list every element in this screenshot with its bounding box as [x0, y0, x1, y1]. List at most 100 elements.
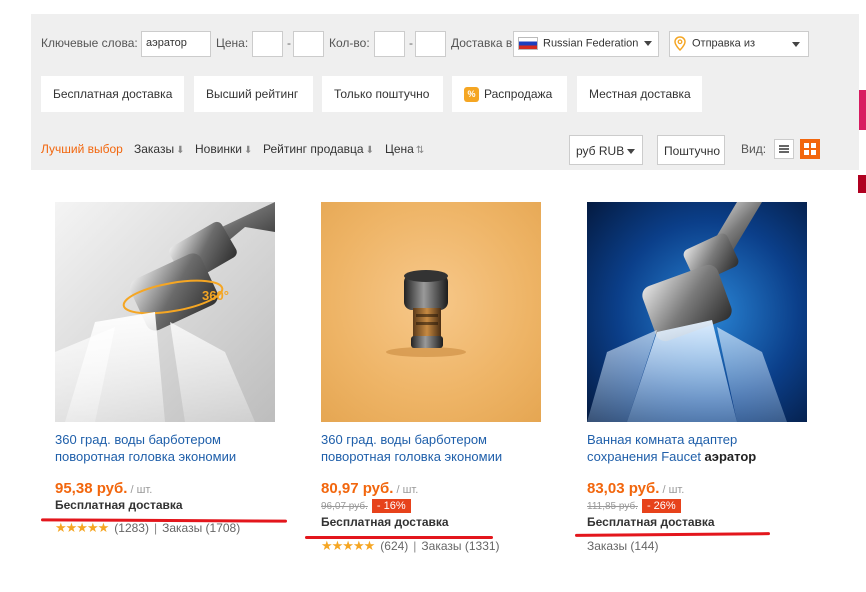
old-price: 111,85 руб. [587, 501, 638, 512]
edge-strip-pink [858, 90, 866, 130]
delivery-country-select[interactable]: Russian Federation [513, 31, 659, 57]
price-from-input[interactable] [252, 31, 283, 57]
sort-arrow-icon: ⬇ [365, 145, 374, 156]
top-rated-filter[interactable]: Высший рейтинг [194, 76, 313, 112]
price-dash: - [287, 36, 291, 50]
product-image[interactable] [321, 202, 541, 422]
view-label: Вид: [741, 142, 767, 156]
discount-badge: - 26% [641, 499, 681, 513]
annotation-underline [305, 536, 493, 539]
order-count[interactable]: Заказы (144) [587, 539, 658, 553]
product-image[interactable]: 360° [55, 202, 275, 422]
product-title-line1: 360 град. воды барботером [55, 432, 221, 447]
sale-icon: % [464, 87, 479, 103]
delivery-country-value: Russian Federation [543, 37, 639, 50]
currency-value: руб RUB [576, 144, 625, 158]
sort-arrow-icon: ⬇ [244, 145, 253, 156]
sort-seller-rating[interactable]: Рейтинг продавца ⬇ [263, 142, 374, 156]
keyword-label: Ключевые слова: [41, 36, 138, 50]
sort-newest-label: Новинки [195, 142, 242, 156]
faucet-aerator-image [55, 202, 275, 422]
price-row: 80,97 руб. / шт. [321, 480, 543, 498]
old-price: 96,07 руб. [321, 501, 368, 512]
qty-from-input[interactable] [374, 31, 405, 57]
sort-price-label: Цена [385, 142, 414, 156]
price-label: Цена: [216, 36, 249, 50]
review-count[interactable]: (1283) [114, 521, 149, 535]
product-card: Ванная комната адаптер сохранения Faucet… [587, 202, 809, 553]
list-view-icon[interactable] [774, 139, 794, 159]
product-price: 95,38 руб. [55, 480, 128, 497]
price-unit: / шт. [396, 484, 419, 496]
currency-select[interactable]: руб RUB [569, 135, 643, 165]
rotation-360-label: 360° [202, 288, 229, 303]
order-count[interactable]: Заказы (1331) [421, 539, 499, 553]
product-card: 360 град. воды барботером поворотная гол… [321, 202, 543, 554]
russia-flag-icon [518, 37, 538, 50]
sort-arrow-icon: ⬇ [176, 145, 185, 156]
discount-badge: - 16% [371, 499, 411, 513]
product-price: 83,03 руб. [587, 480, 660, 497]
ship-from-select[interactable]: Отправка из [669, 31, 809, 57]
sort-newest[interactable]: Новинки ⬇ [195, 142, 252, 156]
unit-mode-select[interactable]: Поштучно [657, 135, 725, 165]
order-count[interactable]: Заказы (1708) [162, 521, 240, 535]
old-price-row: 111,85 руб. - 26% [587, 498, 809, 515]
product-meta: Заказы (144) [587, 539, 809, 553]
review-count[interactable]: (624) [380, 539, 408, 553]
product-title[interactable]: 360 град. воды барботером поворотная гол… [321, 431, 543, 465]
chevron-down-icon [627, 149, 636, 155]
product-title-line2: поворотная головка экономии [55, 449, 237, 464]
location-pin-icon [674, 36, 686, 52]
rating-stars-icon: ★★★★★ [55, 520, 109, 535]
meta-separator: | [413, 539, 417, 553]
free-shipping-text: Бесплатная доставка [587, 515, 715, 529]
sort-price[interactable]: Цена ⇅ [385, 142, 424, 156]
product-price: 80,97 руб. [321, 480, 394, 497]
keyword-input[interactable]: аэратор [141, 31, 211, 57]
free-shipping-text: Бесплатная доставка [321, 515, 449, 529]
product-title-line2: сохранения Faucet [587, 449, 705, 464]
product-title[interactable]: Ванная комната адаптер сохранения Faucet… [587, 431, 809, 465]
search-filter-panel: Ключевые слова: аэратор Цена: - Кол-во: … [31, 14, 859, 170]
edge-strip-red [858, 175, 866, 193]
old-price-row: 96,07 руб. - 16% [321, 498, 543, 515]
filter-row: Ключевые слова: аэратор Цена: - Кол-во: … [31, 28, 859, 58]
price-to-input[interactable] [293, 31, 324, 57]
qty-label: Кол-во: [329, 36, 370, 50]
chevron-down-icon [644, 41, 653, 46]
sort-price-arrows-icon: ⇅ [415, 145, 425, 156]
price-row: 95,38 руб. / шт. [55, 480, 277, 498]
local-delivery-filter[interactable]: Местная доставка [577, 76, 702, 112]
rating-stars-icon: ★★★★★ [321, 538, 375, 553]
quick-filter-row: Бесплатная доставка Высший рейтинг Тольк… [31, 76, 859, 112]
product-title-line1: Ванная комната адаптер [587, 432, 738, 447]
sort-row: Лучший выбор Заказы ⬇ Новинки ⬇ Рейтинг пр… [31, 134, 859, 166]
product-title[interactable]: 360 град. воды барботером поворотная гол… [55, 431, 277, 465]
sale-filter-label: Распродажа [484, 87, 553, 101]
sort-best-match[interactable]: Лучший выбор [41, 142, 123, 156]
price-row: 83,03 руб. / шт. [587, 480, 809, 498]
product-title-keyword: аэратор [704, 449, 757, 464]
qty-dash: - [409, 36, 413, 50]
meta-separator: | [153, 521, 158, 535]
product-title-line2: поворотная головка экономии [321, 449, 503, 464]
sort-seller-rating-label: Рейтинг продавца [263, 142, 364, 156]
sort-orders-label: Заказы [134, 142, 175, 156]
product-title-line1: 360 град. воды барботером [321, 432, 487, 447]
price-unit: / шт. [130, 484, 153, 496]
free-shipping-text: Бесплатная доставка [55, 498, 183, 512]
grid-view-icon[interactable] [800, 139, 820, 159]
free-shipping-filter[interactable]: Бесплатная доставка [41, 76, 184, 112]
chevron-down-icon [792, 42, 800, 47]
faucet-aerator-image [386, 270, 466, 357]
product-card: 360° 360 град. воды барботером поворотна… [55, 202, 277, 536]
qty-to-input[interactable] [415, 31, 446, 57]
product-image[interactable] [587, 202, 807, 422]
faucet-aerator-image [587, 202, 787, 422]
sort-orders[interactable]: Заказы ⬇ [134, 142, 185, 156]
sale-filter[interactable]: % Распродажа [452, 76, 567, 112]
single-piece-filter[interactable]: Только поштучно [322, 76, 443, 112]
delivery-label: Доставка в [451, 36, 513, 50]
ship-from-value: Отправка из [692, 37, 756, 50]
